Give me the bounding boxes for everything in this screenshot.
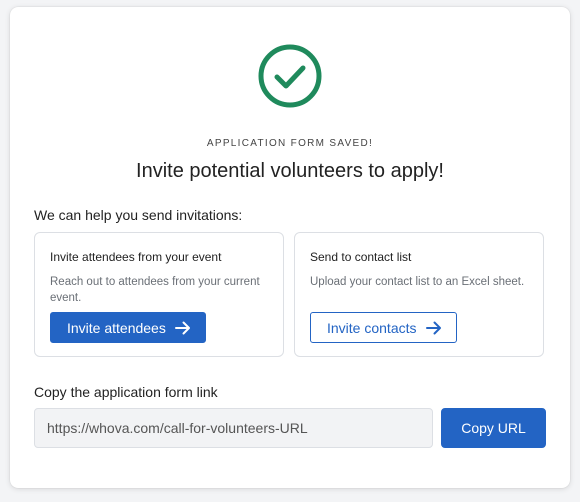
option-title: Send to contact list xyxy=(310,250,412,264)
invite-attendees-option: Invite attendees from your event Reach o… xyxy=(34,232,284,357)
arrow-right-icon xyxy=(174,321,191,335)
invite-contacts-button-label: Invite contacts xyxy=(327,319,417,336)
option-title: Invite attendees from your event xyxy=(50,250,222,264)
saved-status-text: APPLICATION FORM SAVED! xyxy=(206,138,374,149)
copy-link-label: Copy the application form link xyxy=(34,384,218,400)
arrow-right-icon xyxy=(425,321,442,335)
contact-list-option: Send to contact list Upload your contact… xyxy=(294,232,544,357)
copy-url-button[interactable]: Copy URL xyxy=(441,408,546,448)
option-description: Reach out to attendees from your current… xyxy=(50,276,260,304)
form-link-input[interactable] xyxy=(34,408,433,448)
check-circle-icon xyxy=(258,44,322,108)
invitations-label: We can help you send invitations: xyxy=(34,207,243,223)
invite-attendees-button-label: Invite attendees xyxy=(67,319,166,336)
option-description: Upload your contact list to an Excel she… xyxy=(310,276,525,288)
invite-attendees-button[interactable]: Invite attendees xyxy=(50,312,206,343)
invite-volunteers-card: APPLICATION FORM SAVED! Invite potential… xyxy=(10,7,570,488)
page-title: Invite potential volunteers to apply! xyxy=(136,160,444,182)
invite-contacts-button[interactable]: Invite contacts xyxy=(310,312,457,343)
